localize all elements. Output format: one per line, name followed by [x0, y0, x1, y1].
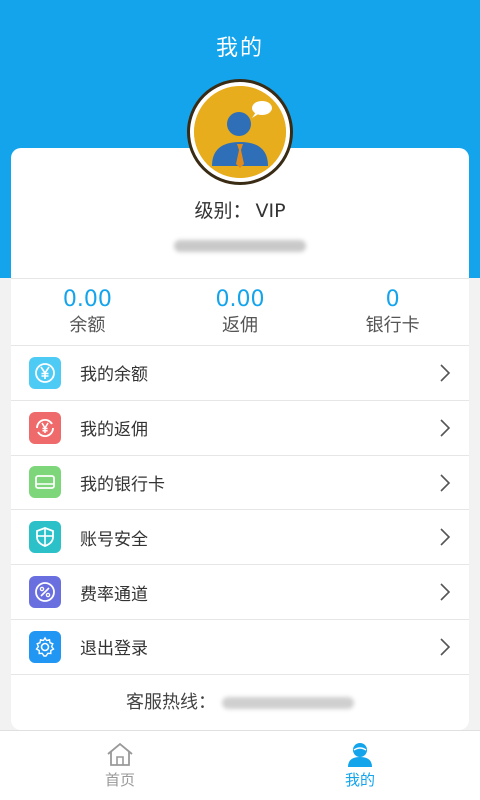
home-icon — [107, 742, 133, 766]
menu-label: 我的余额 — [80, 365, 148, 386]
menu-item-balance[interactable]: 我的余额 — [11, 346, 469, 401]
menu-label: 我的银行卡 — [80, 474, 165, 495]
hotline-label: 客服热线： — [126, 692, 216, 713]
stat-balance[interactable]: 0.00 余额 — [11, 279, 164, 345]
menu-item-rebate[interactable]: 我的返佣 — [11, 401, 469, 456]
bottom-tab-bar: 首页 我的 — [0, 730, 480, 800]
stat-rebate-label: 返佣 — [222, 315, 258, 336]
yen-refund-icon — [29, 411, 61, 444]
chevron-right-icon — [440, 419, 451, 437]
shield-icon — [29, 521, 61, 554]
menu-label: 我的返佣 — [80, 420, 148, 441]
user-avatar-icon — [194, 86, 286, 178]
customer-hotline: 客服热线： — [11, 688, 469, 714]
stat-rebate-value: 0.00 — [215, 287, 265, 312]
menu-item-security[interactable]: 账号安全 — [11, 510, 469, 566]
profile-card: 级别： VIP 0.00 余额 0.00 返佣 0 银行卡 我的余额 我的返佣 … — [11, 148, 469, 730]
menu-label: 账号安全 — [80, 529, 148, 550]
stat-bank-card-value: 0 — [385, 287, 400, 312]
user-icon — [348, 743, 372, 767]
percent-icon — [29, 576, 61, 609]
tab-home-label: 首页 — [104, 771, 135, 789]
menu-item-bank-card[interactable]: 我的银行卡 — [11, 456, 469, 511]
yen-icon — [29, 356, 61, 389]
chevron-right-icon — [440, 364, 451, 382]
chevron-right-icon — [440, 528, 451, 546]
tab-home[interactable]: 首页 — [0, 731, 240, 800]
tab-mine-label: 我的 — [344, 771, 375, 789]
menu-label: 费率通道 — [80, 584, 148, 605]
stat-balance-label: 余额 — [69, 315, 106, 336]
chevron-right-icon — [440, 638, 451, 656]
chevron-right-icon — [440, 474, 451, 492]
redacted-hotline-number — [222, 697, 354, 709]
gear-icon — [29, 630, 61, 663]
bank-card-icon — [29, 466, 61, 499]
tab-mine[interactable]: 我的 — [240, 731, 480, 800]
user-level: 级别： VIP — [11, 196, 469, 223]
chevron-right-icon — [440, 583, 451, 601]
stat-bank-card[interactable]: 0 银行卡 — [316, 279, 469, 345]
menu-item-rate-channel[interactable]: 费率通道 — [11, 565, 469, 620]
avatar[interactable] — [190, 82, 290, 182]
page-title: 我的 — [215, 36, 264, 61]
menu-item-logout[interactable]: 退出登录 — [11, 620, 469, 675]
menu-list: 我的余额 我的返佣 我的银行卡 账号安全 费率通道 退出登录 — [11, 346, 469, 675]
menu-label: 退出登录 — [80, 639, 148, 660]
stats-row: 0.00 余额 0.00 返佣 0 银行卡 — [11, 278, 469, 346]
redacted-phone — [174, 240, 306, 252]
stat-rebate[interactable]: 0.00 返佣 — [164, 279, 317, 345]
level-label: 级别： — [194, 200, 252, 222]
stat-bank-card-label: 银行卡 — [365, 315, 420, 336]
level-value: VIP — [255, 200, 286, 222]
stat-balance-value: 0.00 — [62, 287, 112, 312]
